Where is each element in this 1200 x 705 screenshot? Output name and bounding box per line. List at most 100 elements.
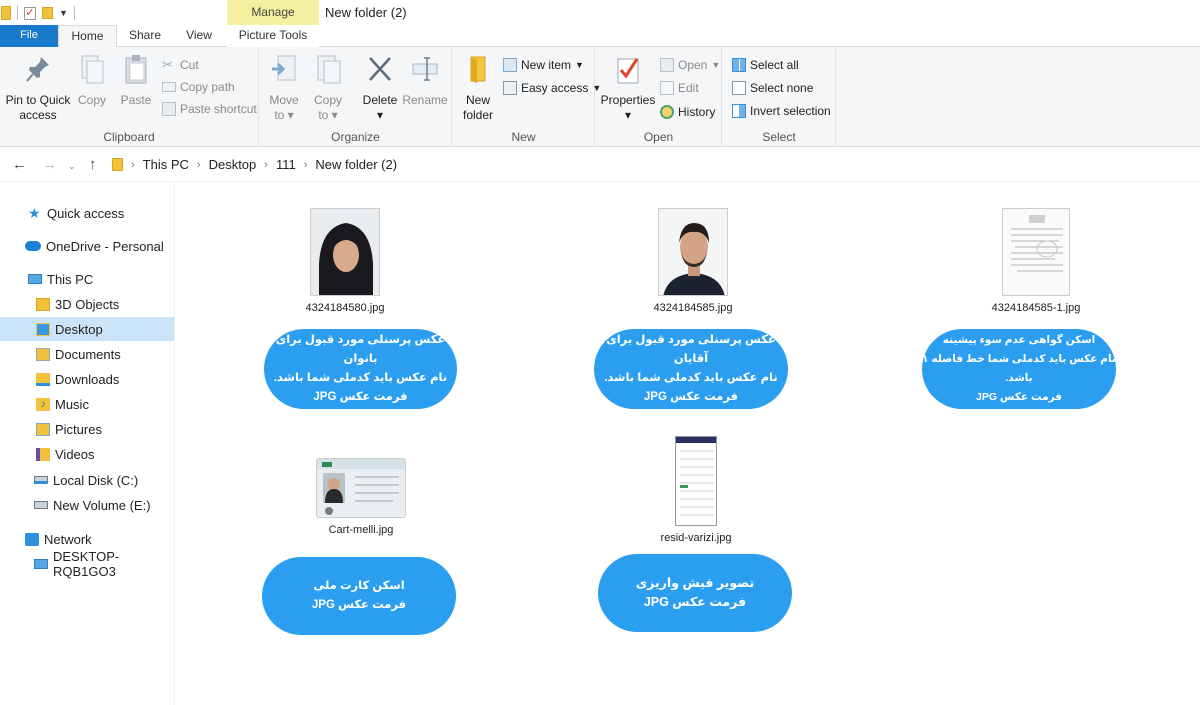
customize-dropdown-icon[interactable]: ▼ (59, 8, 68, 18)
photo-thumbnail (310, 208, 380, 296)
document-thumbnail (1002, 208, 1070, 296)
id-card-icon (317, 459, 405, 517)
new-folder-icon[interactable] (42, 7, 53, 19)
manage-tab[interactable]: Manage (227, 0, 319, 25)
file-item-resid-varizi[interactable]: resid-varizi.jpg (636, 436, 756, 544)
properties-check-icon (617, 58, 639, 84)
note-bubble-criminal-record: اسکن گواهی عدم سوء پیشینه نام عکس باید ک… (922, 329, 1116, 409)
delete-label: Delete (362, 93, 398, 107)
invert-selection-button[interactable]: Invert selection (732, 102, 831, 120)
sidebar-item-desktop[interactable]: Desktop (0, 317, 174, 341)
open-icon (660, 58, 674, 72)
drive-icon (34, 501, 48, 509)
tab-share[interactable]: Share (120, 25, 170, 47)
tab-view[interactable]: View (176, 25, 222, 47)
sidebar-item-new-volume-e[interactable]: New Volume (E:) (0, 493, 174, 517)
up-arrow-icon[interactable]: ↑ (89, 156, 97, 173)
file-item-4324184580[interactable]: 4324184580.jpg (290, 208, 400, 314)
select-all-label: Select all (750, 58, 799, 72)
divider (17, 6, 18, 20)
note-line: نام عکس باید کدملی شما خط فاصله ۱ باشد. (922, 353, 1116, 384)
easy-access-icon (503, 81, 517, 95)
tab-home[interactable]: Home (58, 25, 117, 48)
window-title: New folder (2) (325, 5, 407, 20)
select-none-button[interactable]: Select none (732, 79, 813, 97)
downloads-icon (36, 372, 50, 386)
pin-to-quick-access-button[interactable]: Pin to Quick access (4, 53, 72, 123)
copy-path-icon (162, 82, 176, 92)
ribbon: Pin to Quick access Copy Paste ✂ Cut Cop… (0, 47, 1200, 147)
file-item-4324184585[interactable]: 4324184585.jpg (638, 208, 748, 314)
breadcrumb-111[interactable]: 111 (276, 157, 296, 172)
sidebar-item-label: Downloads (55, 371, 120, 387)
sidebar-item-desktop-rqb1go3[interactable]: DESKTOP-RQB1GO3 (0, 549, 174, 579)
select-none-label: Select none (750, 81, 814, 95)
sidebar-item-quick-access[interactable]: ★ Quick access (0, 201, 174, 225)
open-button[interactable]: Open ▼ (660, 56, 720, 74)
new-item-button[interactable]: New item ▼ (503, 56, 584, 74)
breadcrumb-separator-icon[interactable]: › (264, 159, 268, 171)
sidebar-item-label: Local Disk (C:) (53, 472, 139, 488)
breadcrumb-separator-icon[interactable]: › (304, 159, 308, 171)
network-icon (25, 532, 39, 546)
recent-locations-chevron-icon[interactable]: ⌄ (68, 161, 76, 172)
edit-button[interactable]: Edit (660, 79, 699, 97)
copy-path-button[interactable]: Copy path (162, 78, 235, 96)
select-none-icon (732, 81, 746, 95)
breadcrumb-new-folder-2[interactable]: New folder (2) (315, 157, 397, 172)
sidebar-item-label: Music (55, 396, 89, 412)
sidebar-item-label: Documents (55, 346, 121, 362)
sidebar-item-videos[interactable]: Videos (0, 442, 174, 466)
sidebar-item-onedrive[interactable]: OneDrive - Personal (0, 234, 174, 258)
copy-label: Copy (77, 93, 106, 107)
cut-button[interactable]: ✂ Cut (162, 56, 199, 74)
desktop-icon (36, 322, 50, 336)
note-line: فرمت عکس JPG (643, 391, 739, 403)
copy-button[interactable]: Copy (74, 53, 110, 108)
easy-access-button[interactable]: Easy access ▼ (503, 79, 601, 97)
address-bar: ← → ⌄ ↑ › This PC › Desktop › 111 › New … (0, 148, 1200, 182)
breadcrumb-separator-icon[interactable]: › (131, 159, 135, 171)
paste-button[interactable]: Paste (116, 53, 156, 108)
sidebar-item-documents[interactable]: Documents (0, 342, 174, 366)
new-folder-button[interactable]: New folder (459, 53, 497, 123)
file-item-4324184585-1[interactable]: 4324184585-1.jpg (976, 208, 1096, 314)
file-name: 4324184585-1.jpg (991, 302, 1081, 314)
pictures-icon (36, 422, 50, 436)
folder-icon (1, 6, 11, 20)
forward-arrow-icon[interactable]: → (42, 156, 57, 173)
breadcrumb-separator-icon[interactable]: › (197, 159, 201, 171)
tab-file[interactable]: File (0, 25, 58, 47)
sidebar-item-this-pc[interactable]: This PC (0, 267, 174, 291)
note-bubble-women-photo: عکس پرسنلی مورد قبول برای بانوان نام عکس… (264, 329, 457, 409)
back-arrow-icon[interactable]: ← (12, 156, 27, 173)
tab-picture-tools[interactable]: Picture Tools (227, 25, 319, 47)
sidebar-item-downloads[interactable]: Downloads (0, 367, 174, 391)
move-to-button[interactable]: Move to ▾ (266, 53, 302, 123)
select-all-button[interactable]: Select all (732, 56, 799, 74)
file-name: Cart-melli.jpg (328, 524, 394, 536)
properties-check-icon[interactable]: ✓ (24, 6, 36, 20)
paste-shortcut-button[interactable]: Paste shortcut (162, 100, 257, 118)
clipboard-group: Pin to Quick access Copy Paste ✂ Cut Cop… (0, 47, 259, 147)
sidebar-item-pictures[interactable]: Pictures (0, 417, 174, 441)
sidebar-item-3d-objects[interactable]: 3D Objects (0, 292, 174, 316)
sidebar-item-music[interactable]: ♪ Music (0, 392, 174, 416)
properties-button[interactable]: Properties ▾ (600, 53, 656, 123)
copy-to-button[interactable]: Copy to ▾ (310, 53, 346, 123)
paste-shortcut-icon (162, 102, 176, 116)
file-item-cart-melli[interactable]: Cart-melli.jpg (296, 458, 426, 536)
open-label: Open (678, 58, 708, 72)
sidebar-item-network[interactable]: Network (0, 527, 174, 551)
new-folder-label-line2: folder (462, 108, 494, 122)
history-button[interactable]: History (660, 103, 715, 121)
delete-button[interactable]: Delete ▾ (360, 53, 400, 123)
breadcrumb-desktop[interactable]: Desktop (209, 157, 257, 172)
title-bar: ✓ ▼ Manage New folder (2) (0, 0, 1200, 25)
id-card-thumbnail (316, 458, 406, 518)
sidebar-item-local-disk-c[interactable]: Local Disk (C:) (0, 468, 174, 492)
sidebar-item-label: Pictures (55, 421, 102, 437)
open-dropdown-icon: ▼ (711, 60, 721, 70)
rename-button[interactable]: Rename (402, 53, 448, 108)
breadcrumb-this-pc[interactable]: This PC (143, 157, 189, 172)
